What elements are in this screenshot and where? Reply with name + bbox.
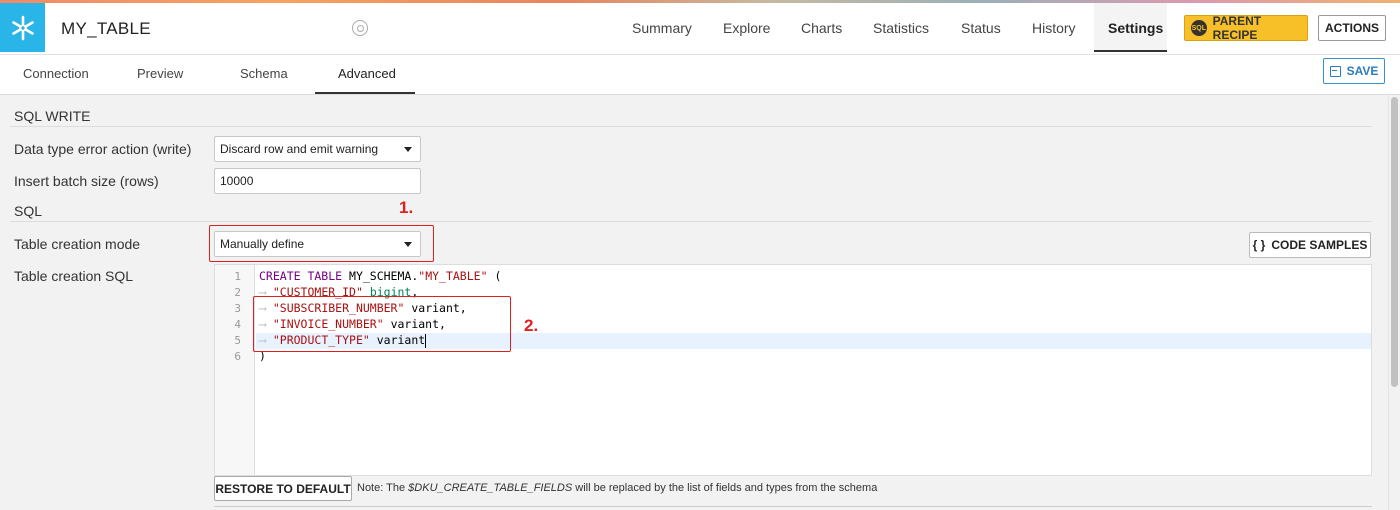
- vertical-scrollbar[interactable]: [1388, 95, 1400, 510]
- editor-bottom-divider: [214, 506, 1372, 507]
- compass-icon[interactable]: [352, 20, 368, 36]
- restore-to-default-button[interactable]: RESTORE TO DEFAULT: [214, 476, 352, 501]
- creation-mode-label: Table creation mode: [14, 236, 141, 252]
- line-number: 1: [234, 270, 241, 283]
- tab-schema[interactable]: Schema: [240, 66, 288, 81]
- caret-down-icon: [404, 147, 412, 152]
- nav-explore[interactable]: Explore: [723, 20, 770, 36]
- parent-recipe-button[interactable]: SQL PARENT RECIPE: [1184, 14, 1308, 42]
- line-number-gutter: 1 2 3 4 5 6: [215, 265, 255, 475]
- tab-preview[interactable]: Preview: [137, 66, 183, 81]
- sql-string: "MY_TABLE": [418, 269, 488, 283]
- note-prefix: Note: The: [357, 482, 409, 494]
- nav-history[interactable]: History: [1032, 20, 1076, 36]
- section-title-sql: SQL: [14, 203, 43, 219]
- braces-icon: { }: [1252, 238, 1266, 252]
- section-divider: [10, 221, 1372, 222]
- note-suffix: will be replaced by the list of fields a…: [572, 482, 878, 494]
- tab-advanced[interactable]: Advanced: [338, 66, 396, 81]
- parent-recipe-label: PARENT RECIPE: [1212, 14, 1262, 42]
- snowflake-logo-icon[interactable]: [0, 3, 45, 52]
- annotation-label-2: 2.: [524, 316, 539, 335]
- nav-charts[interactable]: Charts: [801, 20, 842, 36]
- actions-button[interactable]: ACTIONS: [1318, 15, 1386, 41]
- nav-statistics[interactable]: Statistics: [873, 20, 929, 36]
- nav-summary[interactable]: Summary: [632, 20, 692, 36]
- batch-size-label: Insert batch size (rows): [14, 173, 159, 189]
- settings-subtabs: Connection Preview Schema Advanced: [0, 55, 1400, 95]
- dataset-title[interactable]: MY_TABLE: [61, 19, 151, 39]
- snowflake-icon: [11, 15, 34, 40]
- line-number: 6: [234, 350, 241, 363]
- section-divider: [10, 126, 1372, 127]
- sql-punct: (: [487, 269, 502, 283]
- floppy-disk-icon: [1329, 65, 1341, 77]
- code-line-1: CREATE TABLE MY_SCHEMA."MY_TABLE" (: [259, 269, 501, 283]
- color-strip: [0, 0, 1400, 3]
- line-number: 2: [234, 286, 241, 299]
- code-samples-label: CODE SAMPLES: [1271, 238, 1368, 252]
- annotation-label-1: 1.: [399, 198, 414, 217]
- line-number: 3: [234, 302, 241, 315]
- creation-sql-label: Table creation SQL: [14, 268, 134, 284]
- annotation-box-2: [253, 296, 511, 352]
- tab-active-indicator: [315, 92, 415, 94]
- restore-note: Note: The $DKU_CREATE_TABLE_FIELDS will …: [357, 482, 877, 494]
- section-title-sql-write: SQL WRITE: [14, 108, 91, 124]
- caret-down-icon: [404, 242, 412, 247]
- note-variable: $DKU_CREATE_TABLE_FIELDS: [408, 482, 573, 494]
- error-action-select[interactable]: Discard row and emit warning: [214, 136, 421, 162]
- sql-keyword: CREATE TABLE: [259, 269, 343, 283]
- scrollbar-thumb[interactable]: [1391, 97, 1398, 387]
- nav-status[interactable]: Status: [961, 20, 1001, 36]
- error-action-label: Data type error action (write): [14, 141, 192, 157]
- line-number: 5: [234, 334, 241, 347]
- tab-connection[interactable]: Connection: [23, 66, 89, 81]
- batch-size-input[interactable]: 10000: [214, 168, 421, 194]
- save-label: SAVE: [1346, 64, 1379, 78]
- code-samples-button[interactable]: { } CODE SAMPLES: [1249, 232, 1371, 258]
- top-header: MY_TABLE Summary Explore Charts Statisti…: [0, 0, 1400, 55]
- save-button[interactable]: SAVE: [1323, 58, 1385, 84]
- sql-icon: SQL: [1191, 20, 1207, 36]
- line-number: 4: [234, 318, 241, 331]
- creation-mode-value: Manually define: [220, 237, 305, 251]
- nav-settings[interactable]: Settings: [1108, 20, 1163, 36]
- sql-identifier: MY_SCHEMA.: [342, 269, 419, 283]
- creation-mode-select[interactable]: Manually define: [214, 231, 421, 257]
- error-action-value: Discard row and emit warning: [220, 142, 379, 156]
